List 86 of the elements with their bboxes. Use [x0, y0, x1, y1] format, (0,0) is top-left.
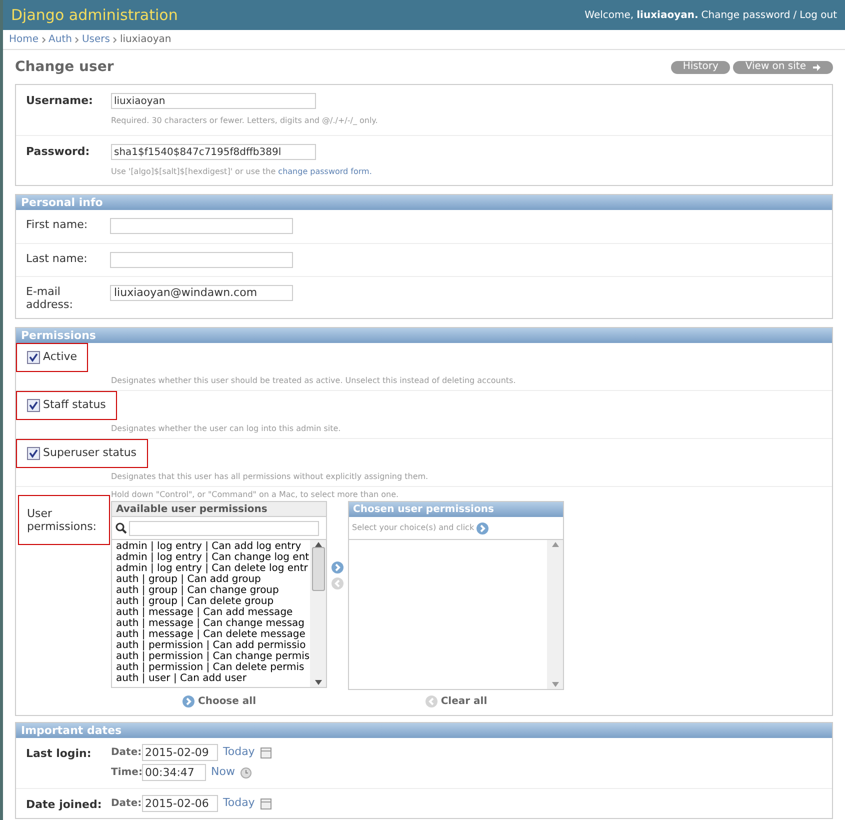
filter-field[interactable] — [129, 520, 319, 536]
help-text: Designates that this user has all permissions without explicitly assigning them. — [110, 471, 430, 483]
permission-option[interactable]: auth | permission | Can change permis — [116, 651, 310, 662]
search-icon — [115, 522, 127, 534]
permission-option[interactable]: auth | group | Can change group — [116, 585, 310, 596]
permission-option[interactable]: auth | user | Can add user — [116, 673, 310, 684]
panel-title: Available user permissions — [112, 502, 326, 517]
checkbox[interactable] — [27, 351, 40, 364]
help-text: Use '[algo]$[salt]$[hexdigest]' or use the change password form. — [111, 166, 372, 178]
date-field[interactable]: 2015-02-09 — [142, 744, 218, 761]
field-label: E-mail address: — [26, 285, 74, 313]
calendar-icon[interactable] — [260, 746, 272, 758]
text-field[interactable]: liuxiaoyan@windawn.com — [110, 285, 293, 301]
permission-list[interactable] — [112, 539, 326, 687]
text-field[interactable] — [110, 252, 293, 268]
field-label: First name: — [26, 218, 89, 233]
welcome-text: Welcome, — [584, 8, 634, 22]
text-field[interactable] — [110, 218, 293, 234]
permission-option[interactable]: auth | permission | Can delete permis — [116, 662, 310, 673]
field-label: Username: — [26, 93, 94, 109]
help-text: Designates whether the user can log into this admin site. — [110, 423, 342, 435]
permission-option[interactable]: auth | group | Can add group — [116, 574, 310, 585]
breadcrumb-link[interactable]: Home — [9, 32, 39, 47]
time-label: Time: — [111, 766, 139, 780]
checkmark-icon — [29, 401, 38, 410]
site-title: Django administration — [11, 4, 178, 26]
chevron-icon — [74, 36, 79, 42]
help-text: Designates whether this user should be treated as active. Unselect this instead of deleting accounts. — [110, 375, 517, 387]
checkmark-icon — [29, 353, 38, 362]
scroll-thumb[interactable] — [312, 546, 324, 590]
checkbox-row[interactable]: Active — [16, 343, 88, 372]
separator-text: / — [793, 8, 797, 22]
field-label: Date joined: — [26, 797, 103, 813]
choose-all-button[interactable]: Choose all — [182, 694, 256, 709]
permission-option[interactable]: admin | log entry | Can delete log entr — [116, 563, 310, 574]
now-link[interactable]: Now — [209, 764, 237, 781]
page-title: Change user — [15, 58, 114, 76]
permission-option[interactable]: admin | log entry | Can change log ent — [116, 552, 310, 563]
fieldset-header: Important dates — [16, 723, 832, 738]
today-link[interactable]: Today — [221, 795, 257, 812]
permission-option[interactable]: auth | group | Can delete group — [116, 596, 310, 607]
username-text: liuxiaoyan. — [636, 8, 698, 22]
date-label: Date: — [111, 746, 139, 760]
help-text: Select your choice(s) and click — [352, 522, 474, 534]
checkbox-label: Staff status — [43, 397, 106, 414]
permission-option[interactable]: admin | log entry | Can add log entry — [116, 541, 310, 552]
scroll-down-icon[interactable] — [314, 680, 322, 685]
logout-link[interactable]: Log out — [800, 8, 837, 22]
field-label: User permissions: — [18, 495, 110, 545]
breadcrumb-link[interactable]: Users — [82, 32, 110, 47]
field-label: Last login: — [26, 746, 92, 762]
help-text: Hold down "Control", or "Command" on a Mac, to select more than one. — [111, 489, 400, 501]
fieldset-header: Personal info — [16, 195, 832, 210]
chevron-icon — [112, 36, 117, 42]
fieldset-header: Permissions — [16, 328, 832, 343]
clear-all-button[interactable]: Clear all — [424, 694, 488, 709]
breadcrumb-current: liuxiaoyan — [120, 33, 172, 47]
change-password-link[interactable]: Change password — [701, 8, 790, 22]
text-field[interactable]: sha1$f1540$847c7195f8dffb389l — [111, 144, 316, 160]
help-text: Required. 30 characters or fewer. Letters, digits and @/./+/-/_ only. — [111, 115, 378, 127]
checkbox[interactable] — [27, 399, 40, 412]
arrow-icon — [812, 62, 821, 72]
scrollbar[interactable] — [310, 540, 326, 687]
checkbox-label: Superuser status — [43, 445, 137, 462]
breadcrumb-link[interactable]: Auth — [48, 32, 72, 47]
permission-option[interactable]: auth | message | Can change messag — [116, 618, 310, 629]
panel-title: Chosen user permissions — [349, 502, 563, 517]
date-field[interactable]: 2015-02-06 — [142, 795, 218, 812]
field-label: Password: — [26, 144, 91, 160]
permission-option[interactable]: auth | message | Can delete message — [116, 629, 310, 640]
permission-option[interactable]: auth | message | Can add message — [116, 607, 310, 618]
change-password-form-link[interactable]: change password form. — [278, 167, 372, 176]
text-field[interactable]: liuxiaoyan — [111, 93, 316, 109]
date-label: Date: — [111, 797, 139, 811]
checkbox[interactable] — [27, 447, 40, 460]
calendar-icon[interactable] — [260, 798, 272, 810]
checkmark-icon — [29, 449, 38, 458]
chevron-icon — [42, 36, 46, 42]
checkbox-row[interactable]: Superuser status — [16, 439, 148, 468]
permission-option[interactable]: auth | permission | Can add permissio — [116, 640, 310, 651]
today-link[interactable]: Today — [221, 744, 257, 761]
checkbox-row[interactable]: Staff status — [16, 391, 117, 420]
field-label: Last name: — [26, 252, 88, 267]
clock-icon[interactable] — [240, 766, 252, 778]
time-field[interactable]: 00:34:47 — [142, 764, 206, 781]
checkbox-label: Active — [43, 349, 78, 366]
